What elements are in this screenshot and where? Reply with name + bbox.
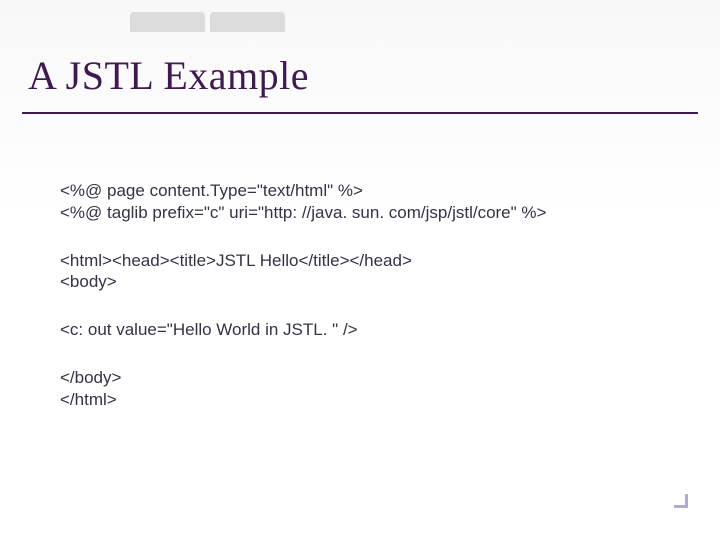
code-block: <c: out value="Hello World in JSTL. " /> (60, 319, 690, 341)
code-line: <html><head><title>JSTL Hello</title></h… (60, 250, 690, 272)
slide-title: A JSTL Example (28, 52, 692, 99)
code-line: <body> (60, 271, 690, 293)
corner-decoration-icon (674, 494, 688, 508)
slide-content: <%@ page content.Type="text/html" %> <%@… (60, 180, 690, 436)
code-line: </body> (60, 367, 690, 389)
code-line: <c: out value="Hello World in JSTL. " /> (60, 319, 690, 341)
code-line: <%@ page content.Type="text/html" %> (60, 180, 690, 202)
code-line: </html> (60, 389, 690, 411)
decorative-tab (210, 12, 285, 32)
slide: A JSTL Example <%@ page content.Type="te… (0, 0, 720, 540)
decorative-tab (130, 12, 205, 32)
code-block: </body> </html> (60, 367, 690, 411)
code-line: <%@ taglib prefix="c" uri="http: //java.… (60, 202, 690, 224)
code-block: <%@ page content.Type="text/html" %> <%@… (60, 180, 690, 224)
title-underline (22, 112, 698, 114)
title-block: A JSTL Example (28, 52, 692, 99)
code-block: <html><head><title>JSTL Hello</title></h… (60, 250, 690, 294)
